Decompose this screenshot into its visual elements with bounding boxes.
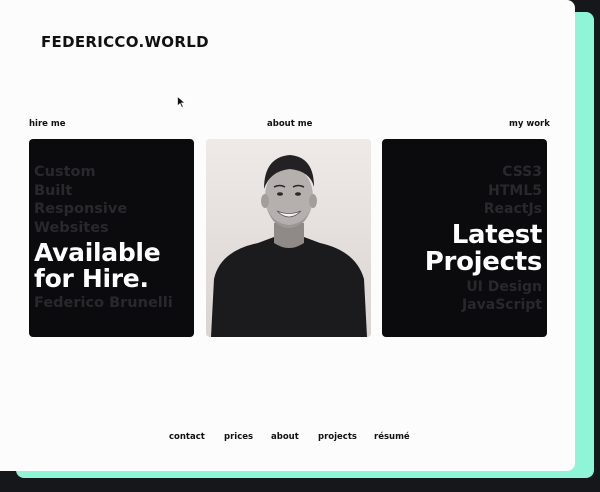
work-skill: CSS3 xyxy=(502,164,542,180)
hire-me-link[interactable]: hire me xyxy=(29,119,66,129)
hire-card[interactable]: Custom Built Responsive Websites Availab… xyxy=(29,139,194,337)
work-headline: Latest xyxy=(451,219,543,250)
work-skill: ReactJs xyxy=(483,201,542,218)
hire-name: Federico Brunelli xyxy=(34,295,173,312)
hire-headline: Available xyxy=(34,238,161,268)
work-skill: UI Design xyxy=(466,278,542,295)
hire-skill: Websites xyxy=(34,219,109,236)
hire-skill: Built xyxy=(34,182,73,199)
site-window: FEDERICCO.WORLD hire me about me my work… xyxy=(0,0,575,471)
footer-link-contact[interactable]: contact xyxy=(169,432,205,442)
hire-skill: Custom xyxy=(34,164,96,180)
footer-link-about[interactable]: about xyxy=(271,432,299,442)
work-card-text: CSS3 HTML5 ReactJs Latest Projects UI De… xyxy=(424,163,543,315)
hire-card-text: Custom Built Responsive Websites Availab… xyxy=(34,163,173,313)
about-me-link[interactable]: about me xyxy=(267,119,312,129)
hire-headline: for Hire. xyxy=(34,264,149,294)
footer-link-projects[interactable]: projects xyxy=(318,432,357,442)
footer-link-prices[interactable]: prices xyxy=(224,432,253,442)
portrait-photo xyxy=(206,139,371,337)
footer-link-resume[interactable]: résumé xyxy=(374,432,410,442)
work-skill: JavaScript xyxy=(461,297,542,314)
work-skill: HTML5 xyxy=(488,182,542,199)
mouse-cursor-icon xyxy=(177,96,186,108)
hire-skill: Responsive xyxy=(34,201,128,218)
site-logo[interactable]: FEDERICCO.WORLD xyxy=(41,33,209,51)
work-headline: Projects xyxy=(424,246,543,277)
work-card[interactable]: CSS3 HTML5 ReactJs Latest Projects UI De… xyxy=(382,139,547,337)
about-photo-card[interactable] xyxy=(206,139,371,337)
my-work-link[interactable]: my work xyxy=(509,119,550,129)
